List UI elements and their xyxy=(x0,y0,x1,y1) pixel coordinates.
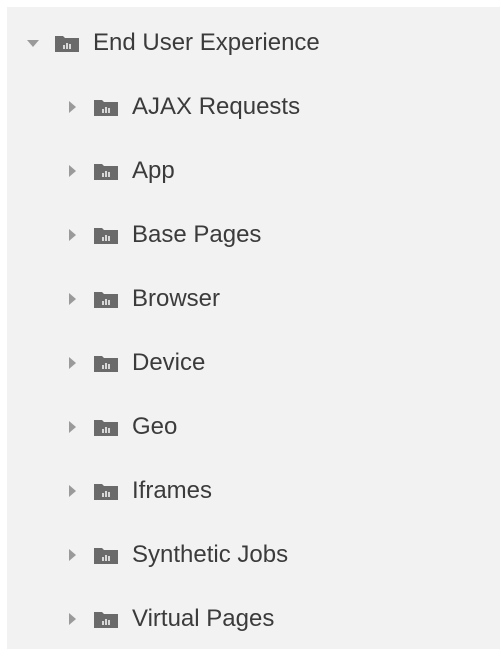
caret-right-icon[interactable] xyxy=(65,228,79,242)
folder-chart-icon xyxy=(93,289,119,309)
tree-node-label: Iframes xyxy=(132,477,213,504)
folder-chart-icon xyxy=(93,353,119,373)
tree-node-label: Device xyxy=(132,349,206,376)
tree-node-end-user-experience[interactable]: End User Experience xyxy=(26,23,320,63)
folder-chart-icon xyxy=(93,545,119,565)
folder-chart-icon xyxy=(54,33,80,53)
tree-node-base-pages[interactable]: Base Pages xyxy=(65,215,261,255)
caret-right-icon[interactable] xyxy=(65,548,79,562)
tree-node-label: Base Pages xyxy=(132,221,262,248)
folder-chart-icon xyxy=(93,417,119,437)
folder-chart-icon xyxy=(93,609,119,629)
tree-node-browser[interactable]: Browser xyxy=(65,279,220,319)
caret-right-icon[interactable] xyxy=(65,612,79,626)
caret-right-icon[interactable] xyxy=(65,356,79,370)
tree-node-virtual-pages[interactable]: Virtual Pages xyxy=(65,599,274,639)
tree-node-label: Geo xyxy=(132,413,178,440)
tree-node-label: App xyxy=(132,157,175,184)
tree-node-label: Browser xyxy=(132,285,221,312)
tree-node-app[interactable]: App xyxy=(65,151,175,191)
caret-right-icon[interactable] xyxy=(65,164,79,178)
tree-node-label: End User Experience xyxy=(93,29,320,56)
tree-node-label: Virtual Pages xyxy=(132,605,275,632)
folder-chart-icon xyxy=(93,225,119,245)
tree-node-label: AJAX Requests xyxy=(132,93,301,120)
caret-right-icon[interactable] xyxy=(65,484,79,498)
caret-right-icon[interactable] xyxy=(65,292,79,306)
tree-node-device[interactable]: Device xyxy=(65,343,205,383)
folder-chart-icon xyxy=(93,161,119,181)
caret-down-icon[interactable] xyxy=(26,36,40,50)
tree-node-iframes[interactable]: Iframes xyxy=(65,471,212,511)
tree-panel: End User Experience AJAX Requests App Ba… xyxy=(7,7,500,649)
caret-right-icon[interactable] xyxy=(65,420,79,434)
folder-chart-icon xyxy=(93,481,119,501)
tree-node-ajax-requests[interactable]: AJAX Requests xyxy=(65,87,300,127)
folder-chart-icon xyxy=(93,97,119,117)
tree-node-label: Synthetic Jobs xyxy=(132,541,289,568)
caret-right-icon[interactable] xyxy=(65,100,79,114)
tree-node-synthetic-jobs[interactable]: Synthetic Jobs xyxy=(65,535,288,575)
tree-node-geo[interactable]: Geo xyxy=(65,407,177,447)
